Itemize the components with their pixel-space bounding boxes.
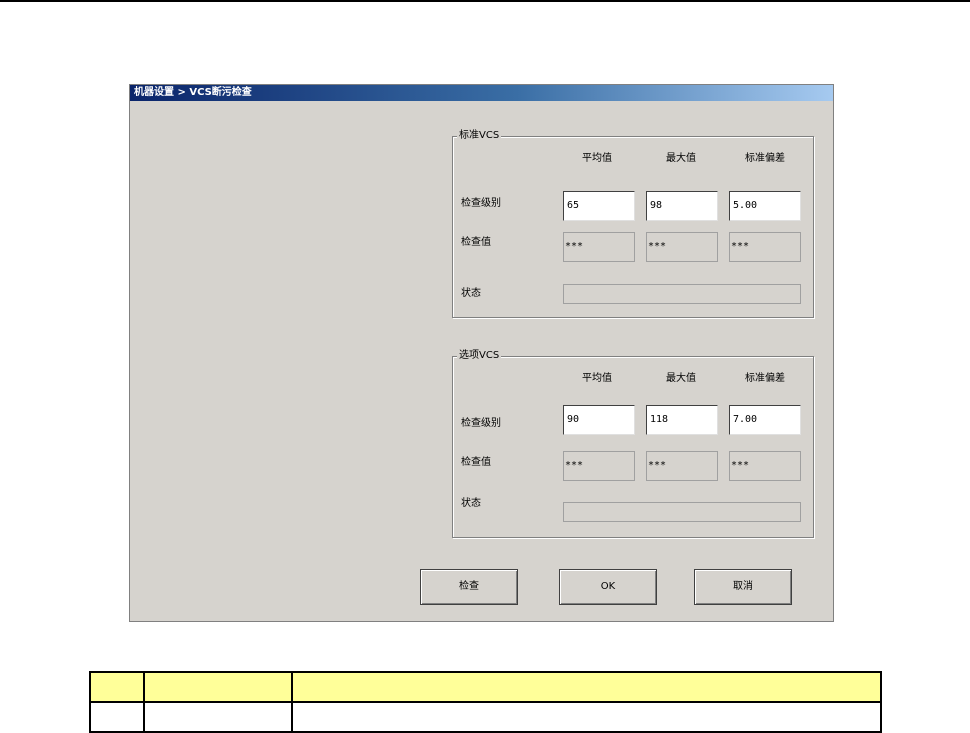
- group-standard-vcs: 标准VCS 平均值 最大值 标准偏差 检查级别 65 98 5.00 检查值 *…: [452, 130, 814, 318]
- legend-table: [89, 671, 882, 733]
- check-value-stddev: ***: [729, 232, 801, 262]
- legend-cell: [89, 701, 145, 733]
- row-label-check-level: 检查级别: [461, 198, 501, 209]
- legend-table-header: [89, 671, 882, 703]
- group-option-vcs: 选项VCS 平均值 最大值 标准偏差 检查级别 90 118 7.00 检查值 …: [452, 350, 814, 538]
- table-row: [89, 701, 882, 733]
- check-value-average: ***: [563, 451, 635, 481]
- level-stddev-input[interactable]: 7.00: [729, 405, 801, 435]
- window-title: 机器设置 > VCS断污检查: [130, 85, 833, 101]
- level-max-input[interactable]: 118: [646, 405, 718, 435]
- row-label-status: 状态: [461, 498, 481, 509]
- legend-header-cell: [89, 671, 145, 703]
- check-value-average: ***: [563, 232, 635, 262]
- check-value-max: ***: [646, 451, 718, 481]
- group-label: 选项VCS: [457, 350, 502, 362]
- check-value-stddev: ***: [729, 451, 801, 481]
- row-label-check-value: 检查值: [461, 457, 491, 468]
- status-field: [563, 502, 801, 522]
- ok-button[interactable]: OK: [559, 569, 657, 605]
- row-label-check-level: 检查级别: [461, 418, 501, 429]
- legend-cell: [291, 701, 882, 733]
- cancel-button[interactable]: 取消: [694, 569, 792, 605]
- dialog-window: 机器设置 > VCS断污检查 标准VCS 平均值 最大值 标准偏差 检查级别 6…: [129, 84, 834, 622]
- status-field: [563, 284, 801, 304]
- col-head-average: 平均值: [582, 373, 612, 384]
- col-head-stddev: 标准偏差: [745, 153, 785, 164]
- check-value-max: ***: [646, 232, 718, 262]
- level-average-input[interactable]: 65: [563, 191, 635, 221]
- level-max-input[interactable]: 98: [646, 191, 718, 221]
- col-head-average: 平均值: [582, 153, 612, 164]
- col-head-stddev: 标准偏差: [745, 373, 785, 384]
- level-stddev-input[interactable]: 5.00: [729, 191, 801, 221]
- group-label: 标准VCS: [457, 130, 502, 142]
- col-head-max: 最大值: [666, 153, 696, 164]
- legend-header-cell: [143, 671, 293, 703]
- legend-header-cell: [291, 671, 882, 703]
- level-average-input[interactable]: 90: [563, 405, 635, 435]
- col-head-max: 最大值: [666, 373, 696, 384]
- legend-cell: [143, 701, 293, 733]
- row-label-check-value: 检查值: [461, 237, 491, 248]
- page-top-rule: [0, 0, 970, 2]
- row-label-status: 状态: [461, 288, 481, 299]
- check-button[interactable]: 检查: [420, 569, 518, 605]
